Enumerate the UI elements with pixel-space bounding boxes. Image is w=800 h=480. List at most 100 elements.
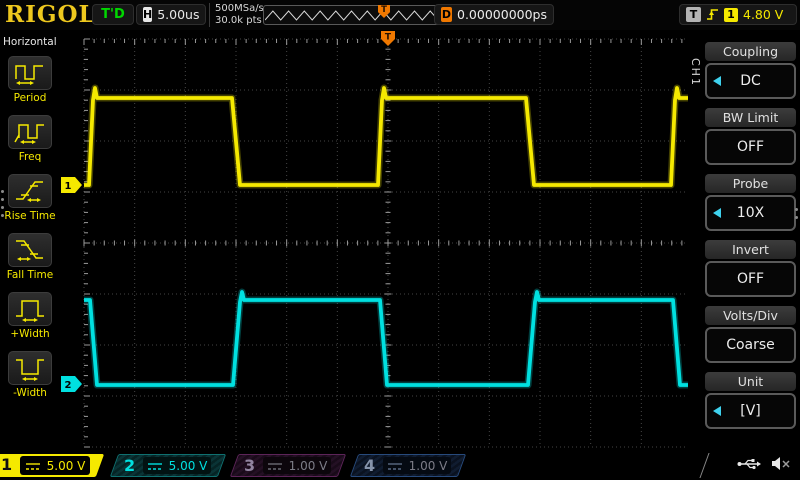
channel-4-number: 4 <box>364 456 375 475</box>
menu-group-invert: Invert OFF <box>705 240 796 297</box>
menu-item-fall-time[interactable]: Fall Time <box>0 233 60 281</box>
horizontal-scale-box[interactable]: H 5.00us <box>136 4 206 25</box>
bottom-bar-divider <box>699 453 709 478</box>
delay-icon: D <box>441 7 452 22</box>
bw-limit-label: BW Limit <box>705 108 796 127</box>
volts-div-label: Volts/Div <box>705 306 796 325</box>
volts-div-value: Coarse <box>726 337 775 353</box>
rising-edge-icon <box>706 7 719 22</box>
oscilloscope-screen: RIGOL T'D H 5.00us 500MSa/s 30.0k pts T … <box>0 0 800 480</box>
trigger-icon: T <box>686 7 701 22</box>
rise-time-button[interactable] <box>8 174 52 208</box>
channel-4-content: 4 1.00 V <box>355 455 461 476</box>
usb-icon <box>737 457 761 471</box>
svg-text:T: T <box>385 33 392 43</box>
trigger-status-badge: T'D <box>92 4 134 25</box>
left-arrow-icon <box>713 406 721 416</box>
channel-1-number: 1 <box>1 455 12 474</box>
freq-label: Freq <box>0 151 60 163</box>
invert-value: OFF <box>737 271 764 287</box>
right-page-indicator-dots <box>795 208 798 219</box>
probe-value-button[interactable]: 10X <box>705 195 796 231</box>
left-arrow-icon <box>713 208 721 218</box>
acquisition-info: 500MSa/s 30.0k pts <box>209 3 264 27</box>
svg-text:2: 2 <box>65 380 72 391</box>
rise-time-label: Rise Time <box>0 210 60 222</box>
delay-box[interactable]: D 0.00000000ps <box>434 4 554 25</box>
menu-item-pos-width[interactable]: +Width <box>0 292 60 340</box>
left-arrow-icon <box>713 76 721 86</box>
system-status-icons <box>737 456 790 471</box>
unit-value: [V] <box>740 403 761 419</box>
menu-group-volts-div: Volts/Div Coarse <box>705 306 796 363</box>
sample-rate: 500MSa/s <box>215 3 264 15</box>
menu-item-neg-width[interactable]: -Width <box>0 351 60 399</box>
channel-badge-2[interactable]: 2 5.00 V <box>110 454 226 477</box>
channel-badge-1[interactable]: 1 5.00 V <box>0 454 104 477</box>
channel-4-scale: 1.00 V <box>409 459 448 473</box>
fall-time-label: Fall Time <box>0 269 60 281</box>
channel-1-scale: 5.00 V <box>47 459 86 473</box>
pos-width-label: +Width <box>0 328 60 340</box>
channel-3-number: 3 <box>244 456 255 475</box>
channel-menu-title: CH1 <box>689 58 702 87</box>
probe-label: Probe <box>705 174 796 193</box>
coupling-value: DC <box>740 73 761 89</box>
menu-groups: Coupling DC BW Limit OFF Probe 10X <box>705 42 796 438</box>
h-icon: H <box>143 7 152 22</box>
left-page-indicator-dots <box>1 190 4 217</box>
rise-time-icon <box>13 178 47 204</box>
horizontal-measure-menu: Horizontal Period <box>0 30 60 452</box>
period-button[interactable] <box>8 56 52 90</box>
freq-button[interactable] <box>8 115 52 149</box>
menu-group-unit: Unit [V] <box>705 372 796 429</box>
neg-width-button[interactable] <box>8 351 52 385</box>
coupling-value-button[interactable]: DC <box>705 63 796 99</box>
pos-width-icon <box>13 296 47 322</box>
bw-limit-value-button[interactable]: OFF <box>705 129 796 165</box>
channel-2-number: 2 <box>124 456 135 475</box>
channel-1-content: 1 5.00 V <box>0 454 100 477</box>
menu-item-rise-time[interactable]: Rise Time <box>0 174 60 222</box>
fall-time-icon <box>13 237 47 263</box>
left-menu-title: Horizontal <box>0 36 60 48</box>
unit-value-button[interactable]: [V] <box>705 393 796 429</box>
memory-depth: 30.0k pts <box>215 15 264 27</box>
trigger-level-value: 4.80 V <box>743 7 783 22</box>
channel-3-value-box: 1.00 V <box>263 457 331 474</box>
menu-item-period[interactable]: Period <box>0 56 60 104</box>
channel-badge-4[interactable]: 4 1.00 V <box>350 454 466 477</box>
channel-settings-menu: CH1 Coupling DC BW Limit OFF Probe <box>688 30 800 452</box>
menu-group-coupling: Coupling DC <box>705 42 796 99</box>
channel-2-scale: 5.00 V <box>169 459 208 473</box>
unit-label: Unit <box>705 372 796 391</box>
trigger-info-box[interactable]: T 1 4.80 V <box>679 4 797 25</box>
pos-width-button[interactable] <box>8 292 52 326</box>
dc-coupling-icon <box>267 461 283 471</box>
neg-width-label: -Width <box>0 387 60 399</box>
rigol-logo: RIGOL <box>5 1 96 28</box>
period-label: Period <box>0 92 60 104</box>
graticule-display: 12TT <box>60 30 703 452</box>
probe-value: 10X <box>737 205 764 221</box>
invert-value-button[interactable]: OFF <box>705 261 796 297</box>
fall-time-button[interactable] <box>8 233 52 267</box>
coupling-label: Coupling <box>705 42 796 61</box>
neg-width-icon <box>13 355 47 381</box>
channel-status-bar: 1 5.00 V 2 5.00 V <box>0 452 800 480</box>
channel-1-value-box: 5.00 V <box>20 456 90 475</box>
channel-4-value-box: 1.00 V <box>383 457 451 474</box>
volts-div-value-button[interactable]: Coarse <box>705 327 796 363</box>
menu-group-bw-limit: BW Limit OFF <box>705 108 796 165</box>
invert-label: Invert <box>705 240 796 259</box>
top-status-bar: RIGOL T'D H 5.00us 500MSa/s 30.0k pts T … <box>0 0 800 30</box>
channel-2-value-box: 5.00 V <box>143 457 211 474</box>
channel-3-content: 3 1.00 V <box>235 455 341 476</box>
bw-limit-value: OFF <box>737 139 764 155</box>
timebase-value: 5.00us <box>157 7 199 22</box>
speaker-muted-icon <box>771 456 790 471</box>
period-icon <box>13 60 47 86</box>
freq-icon <box>13 119 47 145</box>
channel-badge-3[interactable]: 3 1.00 V <box>230 454 346 477</box>
menu-item-freq[interactable]: Freq <box>0 115 60 163</box>
